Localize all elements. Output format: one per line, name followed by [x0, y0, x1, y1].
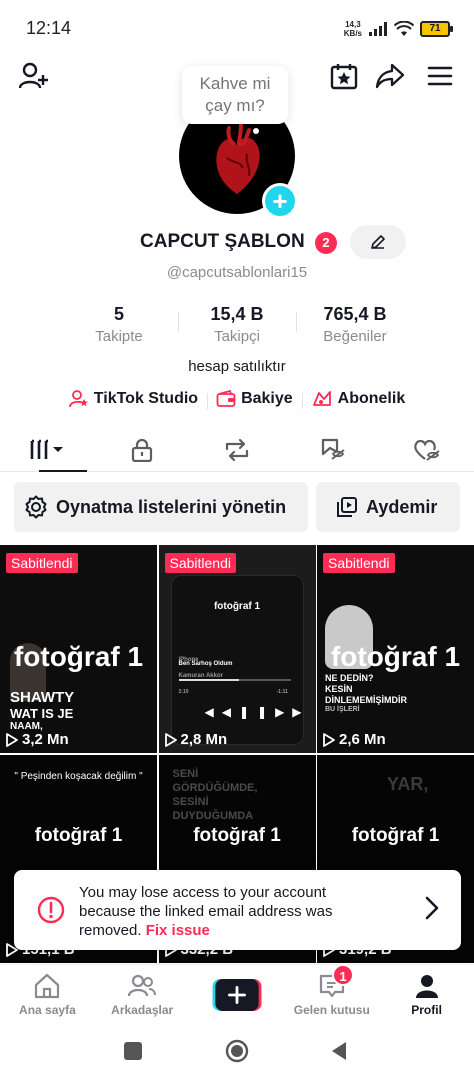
tiktok-studio-link[interactable]: TikTok Studio: [60, 390, 207, 408]
video-title: fotoğraf 1: [34, 825, 123, 846]
inbox-count-badge: 1: [332, 964, 354, 986]
system-navigation-bar: [0, 1022, 474, 1080]
nav-friends[interactable]: Arkadaşlar: [95, 965, 190, 1022]
share-button[interactable]: [374, 60, 406, 92]
video-title: fotoğraf 1: [351, 825, 440, 846]
note-bubble[interactable]: Kahve mi çay mı?: [182, 66, 288, 124]
content-tabs: [0, 428, 474, 472]
hamburger-menu-icon: [427, 66, 453, 86]
note-bubble-tail: [253, 128, 259, 134]
status-time: 12:14: [26, 18, 72, 38]
signal-icon: [369, 22, 387, 36]
tab-liked[interactable]: [379, 428, 474, 471]
play-icon: [164, 732, 177, 747]
play-icon: [323, 732, 335, 747]
profile-handle: @capcutsablonlari15: [166, 264, 308, 281]
menu-button[interactable]: [424, 60, 456, 92]
repost-icon: [225, 438, 249, 461]
video-title: fotoğraf 1: [330, 641, 461, 672]
share-arrow-icon: [375, 63, 405, 89]
tab-saved[interactable]: [284, 428, 379, 471]
pinned-badge: Sabitlendi: [6, 553, 78, 573]
tab-reposts[interactable]: [190, 428, 285, 471]
status-bar: 12:14 14,3 KB/s 71: [0, 0, 474, 56]
player-controls: ◀◀❚❚▶▶: [204, 705, 310, 719]
net-speed: 14,3 KB/s: [343, 20, 362, 38]
nav-home[interactable]: Ana sayfa: [0, 965, 95, 1022]
recents-button[interactable]: [124, 1042, 142, 1060]
stat-followers[interactable]: 15,4 B Takipçi: [178, 304, 296, 346]
profile-name: CAPCUT ŞABLON: [140, 231, 305, 252]
profile-name-row: CAPCUT ŞABLON 2: [0, 225, 474, 259]
back-button-icon[interactable]: [330, 1041, 348, 1061]
pencil-icon: [371, 235, 385, 249]
battery-indicator: 71: [420, 21, 453, 37]
playlist-icon: [337, 497, 357, 517]
nav-profile[interactable]: Profil: [379, 965, 474, 1022]
lock-icon: [132, 438, 153, 462]
balance-link[interactable]: Bakiye: [207, 390, 302, 409]
friends-icon: [128, 974, 157, 997]
chevron-right-icon: [425, 896, 439, 920]
calendar-star-icon: [330, 64, 358, 90]
view-count: 2,6 Mn: [323, 731, 386, 748]
notification-badge[interactable]: 2: [315, 232, 337, 254]
status-icons: 14,3 KB/s 71: [343, 18, 453, 40]
heart-hidden-icon: [413, 439, 440, 461]
subscription-icon: [312, 391, 331, 406]
stat-likes[interactable]: 765,4 B Beğeniler: [296, 304, 414, 346]
video-thumbnail[interactable]: Sabitlendi fotoğraf 1 iPhone Ben Sarhoş …: [158, 545, 316, 753]
progress-fill: [178, 679, 239, 681]
video-title: fotoğraf 1: [193, 825, 281, 846]
bottom-navigation: Ana sayfa Arkadaşlar Gelen kutusu Profil: [0, 964, 474, 1022]
wallet-icon: [216, 390, 236, 407]
alert-icon: [37, 896, 65, 924]
add-story-button[interactable]: +: [262, 183, 298, 219]
fix-issue-link[interactable]: Fix issue: [146, 922, 210, 939]
gear-icon: [25, 495, 47, 519]
tab-private[interactable]: [95, 428, 190, 471]
tab-videos[interactable]: [0, 428, 95, 472]
warning-message: You may lose access to your account beca…: [79, 884, 333, 939]
profile-bio: hesap satılıktır: [188, 358, 286, 375]
view-count: 2,8 Mn: [164, 731, 227, 748]
video-title: fotoğraf 1: [213, 601, 261, 612]
edit-profile-button[interactable]: [350, 225, 406, 259]
videos-grid-icon: [31, 439, 64, 459]
stat-following[interactable]: 5 Takipte: [60, 304, 178, 346]
profile-icon: [415, 975, 438, 998]
video-title: fotoğraf 1: [13, 641, 144, 672]
video-thumbnail[interactable]: Sabitlendi fotoğraf 1 SHAWTY WAT IS JE N…: [0, 545, 157, 753]
add-person-icon: [19, 62, 48, 89]
create-plus-icon: [212, 979, 262, 1011]
pinned-badge: Sabitlendi: [323, 553, 395, 573]
action-row: Oynatma listelerini yönetin Aydemir: [14, 482, 460, 532]
add-friend-button[interactable]: [18, 60, 50, 92]
studio-icon: [68, 390, 88, 408]
account-warning-banner[interactable]: You may lose access to your account beca…: [14, 870, 461, 950]
wifi-icon: [394, 21, 414, 36]
view-count: 3,2 Mn: [6, 731, 69, 748]
video-thumbnail[interactable]: Sabitlendi fotoğraf 1 NE DEDİN? KESİN Dİ…: [317, 545, 474, 753]
home-icon: [35, 973, 60, 999]
bookmark-hidden-icon: [321, 438, 345, 460]
profile-links: TikTok Studio Bakiye Abonelik: [0, 388, 474, 410]
nav-create[interactable]: [190, 965, 285, 1022]
play-icon: [6, 732, 18, 747]
manage-playlists-button[interactable]: Oynatma listelerini yönetin: [14, 482, 308, 532]
calendar-button[interactable]: [328, 60, 360, 92]
aydemir-playlist-button[interactable]: Aydemir: [316, 482, 460, 532]
pinned-badge: Sabitlendi: [164, 553, 236, 573]
profile-stats: 5 Takipte 15,4 B Takipçi 765,4 B Beğenil…: [60, 304, 414, 346]
subscription-link[interactable]: Abonelik: [301, 390, 415, 409]
home-button-icon[interactable]: [225, 1039, 249, 1063]
